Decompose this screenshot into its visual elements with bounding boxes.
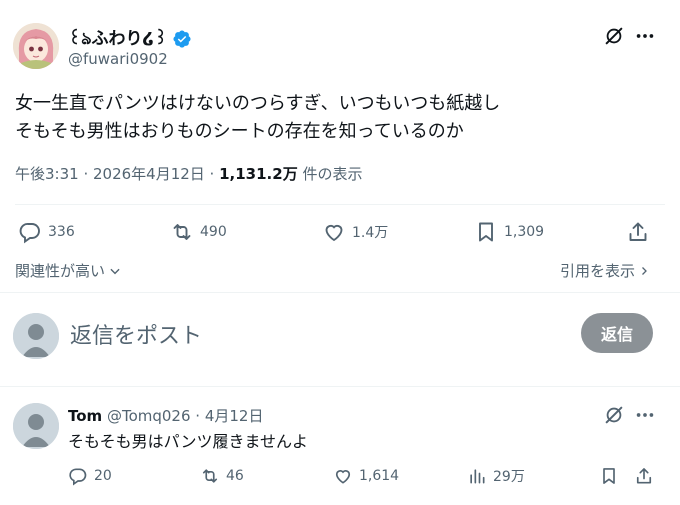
bookmark-icon bbox=[603, 468, 615, 484]
reply-author-handle[interactable]: @Tomq026 bbox=[107, 407, 191, 425]
repost-icon bbox=[202, 469, 218, 483]
tweet-text: 女一生直でパンツはけないのつらすぎ、いつもいつも紙越し そもそも男性はおりものシ… bbox=[15, 90, 665, 146]
like-button[interactable]: 1.4万 bbox=[322, 220, 388, 244]
like-count: 1.4万 bbox=[352, 225, 389, 241]
tweet-text-line: そもそも男性はおりものシートの存在を知っているのか bbox=[15, 121, 464, 142]
reply-icon bbox=[69, 468, 87, 486]
bookmark-button[interactable] bbox=[599, 466, 619, 486]
like-count: 1,614 bbox=[359, 468, 400, 484]
repost-icon bbox=[173, 224, 191, 240]
reply-count: 20 bbox=[94, 468, 112, 484]
bookmark-count: 1,309 bbox=[504, 224, 545, 240]
share-icon bbox=[629, 222, 647, 241]
reply-text: そもそも男はパンツ履きませんよ bbox=[68, 432, 309, 451]
author-avatar[interactable] bbox=[13, 23, 59, 69]
reply-submit-button[interactable]: 返信 bbox=[581, 313, 653, 353]
reply-button[interactable]: 20 bbox=[68, 466, 112, 486]
reply-input[interactable]: 返信をポスト bbox=[70, 318, 202, 350]
sort-label: 関連性が高い bbox=[15, 262, 106, 280]
reply-icon bbox=[19, 223, 40, 244]
current-user-avatar[interactable] bbox=[13, 313, 59, 359]
reply-button[interactable]: 336 bbox=[18, 220, 75, 244]
share-button[interactable] bbox=[626, 220, 650, 244]
more-options-icon[interactable] bbox=[634, 25, 656, 47]
share-icon bbox=[636, 468, 652, 484]
chevron-right-icon bbox=[642, 266, 647, 275]
grok-icon[interactable] bbox=[603, 404, 625, 426]
reply-header: Tom @Tomq026 · 4月12日 bbox=[68, 405, 263, 426]
chevron-down-icon bbox=[110, 268, 120, 274]
sort-replies-dropdown[interactable]: 関連性が高い bbox=[15, 260, 122, 281]
heart-icon bbox=[325, 224, 343, 242]
heart-icon bbox=[335, 470, 351, 484]
anime-avatar-image bbox=[13, 23, 59, 69]
grok-icon[interactable] bbox=[603, 25, 625, 47]
repost-button[interactable]: 46 bbox=[200, 466, 244, 486]
bookmark-icon bbox=[479, 222, 493, 242]
like-button[interactable]: 1,614 bbox=[333, 466, 399, 486]
view-quotes-label: 引用を表示 bbox=[560, 262, 636, 280]
views-count: 1,131.2万 bbox=[219, 165, 298, 183]
analytics-icon bbox=[470, 469, 485, 484]
bookmark-button[interactable]: 1,309 bbox=[474, 220, 544, 244]
repost-count: 490 bbox=[200, 224, 227, 240]
verified-badge-icon bbox=[172, 29, 192, 49]
tweet-text-line: 女一生直でパンツはけないのつらすぎ、いつもいつも紙越し bbox=[15, 93, 501, 114]
default-avatar-icon bbox=[13, 313, 59, 359]
tweet-meta: 午後3:31 · 2026年4月12日 · 1,131.2万 件の表示 bbox=[15, 163, 362, 184]
divider bbox=[15, 204, 665, 205]
views-count: 29万 bbox=[493, 469, 525, 485]
share-button[interactable] bbox=[634, 466, 654, 486]
divider bbox=[0, 386, 680, 387]
reply-author-name[interactable]: Tom bbox=[68, 407, 102, 425]
tweet-timestamp[interactable]: 午後3:31 · 2026年4月12日 · bbox=[15, 165, 219, 183]
divider bbox=[0, 292, 680, 293]
repost-count: 46 bbox=[226, 468, 244, 484]
reply-author-avatar[interactable] bbox=[13, 403, 59, 449]
views-label: 件の表示 bbox=[297, 165, 363, 183]
author-handle[interactable]: @fuwari0902 bbox=[68, 50, 168, 68]
repost-button[interactable]: 490 bbox=[170, 220, 227, 244]
view-quotes-link[interactable]: 引用を表示 bbox=[560, 260, 650, 281]
reply-date[interactable]: · 4月12日 bbox=[191, 407, 263, 425]
views-button[interactable]: 29万 bbox=[467, 466, 525, 486]
more-options-icon[interactable] bbox=[634, 404, 656, 426]
reply-count: 336 bbox=[48, 224, 75, 240]
default-avatar-icon bbox=[13, 403, 59, 449]
